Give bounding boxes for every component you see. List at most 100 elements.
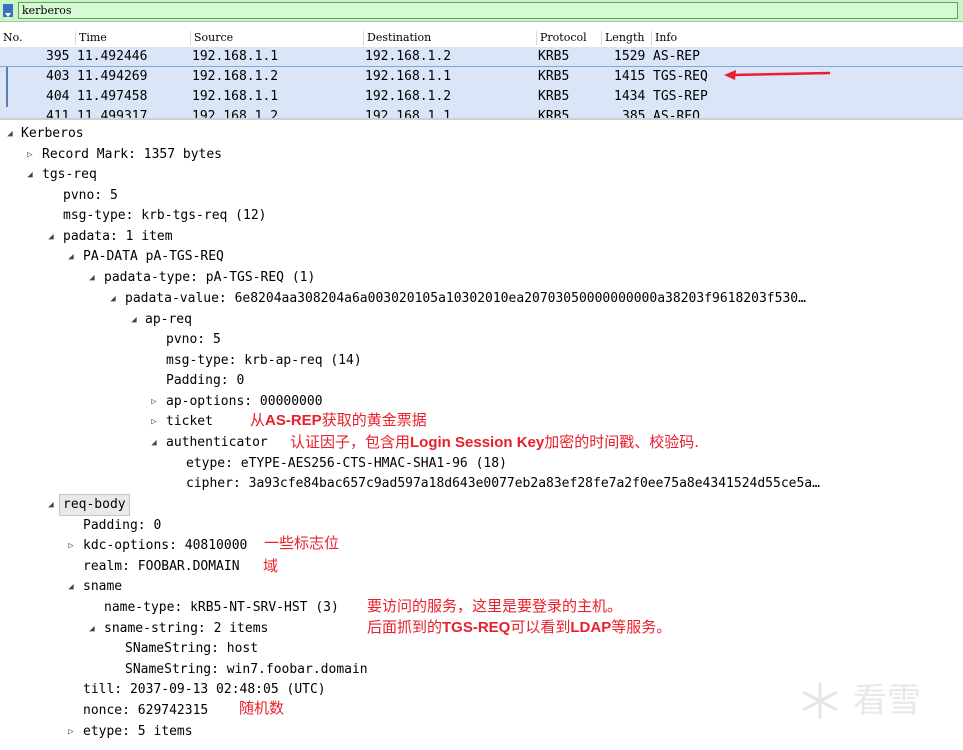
related-packet-marker — [6, 67, 8, 87]
expanded-triangle-icon[interactable]: ◢ — [5, 124, 15, 144]
bookmark-icon[interactable] — [3, 4, 13, 17]
watermark: 看雪 — [797, 676, 957, 726]
expanded-triangle-icon[interactable]: ◢ — [87, 268, 97, 288]
packet-list-header: No. Time Source Destination Protocol Len… — [0, 29, 963, 48]
annotation-text: 等服务。 — [611, 618, 672, 636]
tree-realm[interactable]: realm: FOOBAR.DOMAIN — [83, 557, 240, 577]
tree-pvno[interactable]: pvno: 5 — [63, 186, 118, 206]
collapsed-triangle-icon[interactable]: ▷ — [25, 145, 35, 165]
expanded-triangle-icon[interactable]: ◢ — [108, 289, 118, 309]
annotation-bold: Login Session Key — [410, 434, 545, 451]
packet-protocol: KRB5 — [538, 109, 570, 120]
packet-row[interactable]: 404 11.497458 192.168.1.1 192.168.1.2 KR… — [0, 87, 963, 107]
tree-kerberos[interactable]: Kerberos — [21, 124, 84, 144]
packet-destination: 192.168.1.1 — [365, 69, 452, 84]
tree-etype-items[interactable]: etype: 5 items — [83, 722, 193, 742]
expanded-triangle-icon[interactable]: ◢ — [129, 310, 139, 330]
tree-padding[interactable]: Padding: 0 — [166, 371, 244, 391]
annotation-bold: LDAP — [570, 619, 612, 636]
packet-no: 404 — [46, 89, 70, 104]
tree-sname-string[interactable]: sname-string: 2 items — [104, 619, 268, 639]
column-length[interactable]: Length — [601, 31, 652, 45]
tree-padata-type[interactable]: padata-type: pA-TGS-REQ (1) — [104, 268, 315, 288]
tree-cipher[interactable]: cipher: 3a93cfe84bac657c9ad597a18d643e00… — [186, 474, 820, 494]
column-source[interactable]: Source — [190, 31, 364, 45]
column-no[interactable]: No. — [0, 31, 75, 45]
annotation-text: 获取的黄金票据 — [321, 411, 427, 429]
packet-source: 192.168.1.1 — [192, 49, 279, 64]
collapsed-triangle-icon[interactable]: ▷ — [149, 412, 159, 432]
packet-info: TGS-REQ — [653, 69, 708, 84]
tree-msg-type[interactable]: msg-type: krb-tgs-req (12) — [63, 206, 267, 226]
annotation-kdc-options: 一些标志位 — [264, 534, 340, 552]
tree-ap-msg-type[interactable]: msg-type: krb-ap-req (14) — [166, 351, 362, 371]
annotation-bold: TGS-REQ — [442, 619, 511, 636]
packet-time: 11.494269 — [77, 69, 148, 84]
tree-padata[interactable]: padata: 1 item — [63, 227, 173, 247]
tree-record-mark[interactable]: Record Mark: 1357 bytes — [42, 145, 222, 165]
tree-padata-value[interactable]: padata-value: 6e8204aa308204a6a003020105… — [125, 289, 806, 309]
tree-till[interactable]: till: 2037-09-13 02:48:05 (UTC) — [83, 680, 326, 700]
tree-tgs-req[interactable]: tgs-req — [42, 165, 97, 185]
related-packet-marker — [6, 87, 8, 107]
packet-length: 1434 — [614, 89, 646, 104]
expanded-triangle-icon[interactable]: ◢ — [66, 577, 76, 597]
annotation-sname-line1: 要访问的服务，这里是要登录的主机。 — [367, 597, 623, 615]
packet-source: 192.168.1.2 — [192, 69, 279, 84]
tree-sname-host[interactable]: SNameString: host — [125, 639, 258, 659]
packet-protocol: KRB5 — [538, 69, 570, 84]
expanded-triangle-icon[interactable]: ◢ — [149, 433, 159, 453]
annotation-text: 后面抓到的 — [367, 618, 443, 636]
annotation-text: 加密的时间戳、校验码. — [544, 433, 699, 451]
collapsed-triangle-icon[interactable]: ▷ — [149, 392, 159, 412]
annotation-text: 从 — [250, 411, 266, 429]
packet-list: 395 11.492446 192.168.1.1 192.168.1.2 KR… — [0, 47, 963, 120]
packet-length: 385 — [622, 109, 646, 120]
packet-protocol: KRB5 — [538, 49, 570, 64]
expanded-triangle-icon[interactable]: ◢ — [46, 227, 56, 247]
packet-row[interactable]: 411 11.499317 192.168.1.2 192.168.1.1 KR… — [0, 107, 963, 120]
expanded-triangle-icon[interactable]: ◢ — [66, 247, 76, 267]
tree-ap-options[interactable]: ap-options: 00000000 — [166, 392, 323, 412]
expanded-triangle-icon[interactable]: ◢ — [87, 619, 97, 639]
watermark-text: 看雪 — [853, 681, 921, 721]
expanded-triangle-icon[interactable]: ◢ — [25, 165, 35, 185]
tree-kdc-options[interactable]: kdc-options: 40810000 — [83, 536, 247, 556]
packet-destination: 192.168.1.2 — [365, 49, 452, 64]
expanded-triangle-icon[interactable]: ◢ — [46, 495, 56, 515]
tree-rb-padding[interactable]: Padding: 0 — [83, 516, 161, 536]
column-destination[interactable]: Destination — [363, 31, 537, 45]
column-protocol[interactable]: Protocol — [536, 31, 602, 45]
tree-ticket[interactable]: ticket — [166, 412, 213, 432]
packet-info: TGS-REP — [653, 89, 708, 104]
packet-length: 1415 — [614, 69, 646, 84]
tree-sname-win7[interactable]: SNameString: win7.foobar.domain — [125, 660, 368, 680]
tree-nonce[interactable]: nonce: 629742315 — [83, 701, 208, 721]
annotation-authenticator: 认证因子，包含用Login Session Key加密的时间戳、校验码. — [290, 432, 699, 453]
display-filter-input[interactable] — [18, 2, 958, 19]
tree-ap-req[interactable]: ap-req — [145, 310, 192, 330]
annotation-ticket: 从AS-REP获取的黄金票据 — [250, 410, 427, 431]
tree-etype[interactable]: etype: eTYPE-AES256-CTS-HMAC-SHA1-96 (18… — [186, 454, 507, 474]
packet-time: 11.497458 — [77, 89, 148, 104]
collapsed-triangle-icon[interactable]: ▷ — [66, 536, 76, 556]
annotation-bold: AS-REP — [265, 412, 322, 429]
snowflake-logo-icon — [802, 683, 838, 719]
packet-time: 11.492446 — [77, 49, 148, 64]
tree-authenticator[interactable]: authenticator — [166, 433, 268, 453]
column-time[interactable]: Time — [75, 31, 191, 45]
tree-sname[interactable]: sname — [83, 577, 122, 597]
packet-no: 403 — [46, 69, 70, 84]
packet-time: 11.499317 — [77, 109, 148, 120]
tree-req-body[interactable]: req-body — [59, 494, 130, 516]
tree-name-type[interactable]: name-type: kRB5-NT-SRV-HST (3) — [104, 598, 339, 618]
column-info[interactable]: Info — [651, 31, 955, 45]
packet-protocol: KRB5 — [538, 89, 570, 104]
packet-source: 192.168.1.2 — [192, 109, 279, 120]
packet-row[interactable]: 395 11.492446 192.168.1.1 192.168.1.2 KR… — [0, 47, 963, 67]
packet-info: AS-REP — [653, 49, 700, 64]
tree-ap-pvno[interactable]: pvno: 5 — [166, 330, 221, 350]
display-filter-bar — [0, 0, 963, 22]
tree-pa-data[interactable]: PA-DATA pA-TGS-REQ — [83, 247, 224, 267]
collapsed-triangle-icon[interactable]: ▷ — [66, 722, 76, 742]
